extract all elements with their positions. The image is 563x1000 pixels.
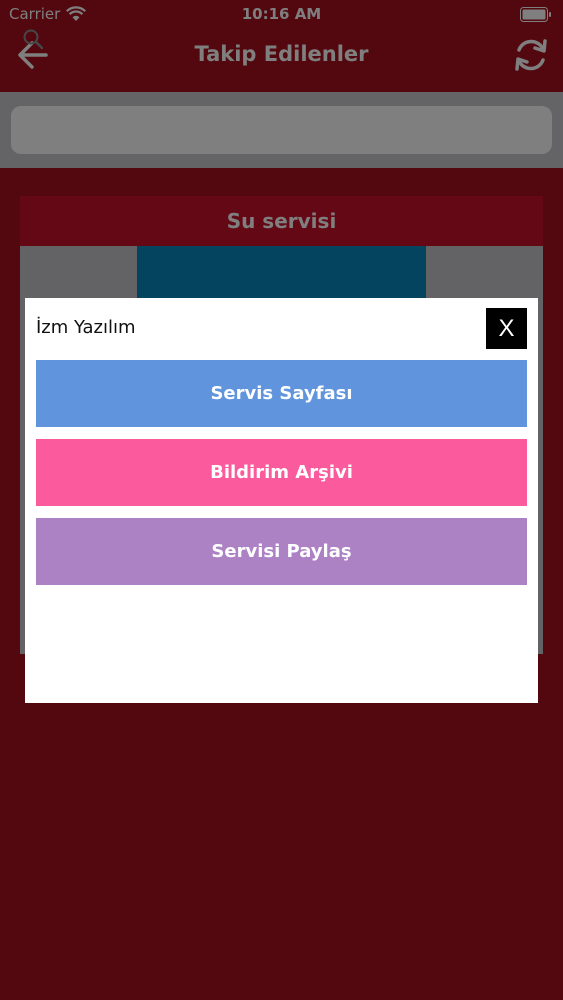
notification-archive-button[interactable]: Bildirim Arşivi — [36, 439, 527, 506]
share-service-button[interactable]: Servisi Paylaş — [36, 518, 527, 585]
close-button[interactable]: X — [486, 308, 527, 349]
app-screen: Carrier 10:16 AM Takip Edilenler — [0, 0, 563, 1000]
service-page-button[interactable]: Servis Sayfası — [36, 360, 527, 427]
action-sheet-modal: İzm Yazılım X Servis Sayfası Bildirim Ar… — [25, 298, 538, 703]
modal-title: İzm Yazılım — [36, 317, 136, 338]
